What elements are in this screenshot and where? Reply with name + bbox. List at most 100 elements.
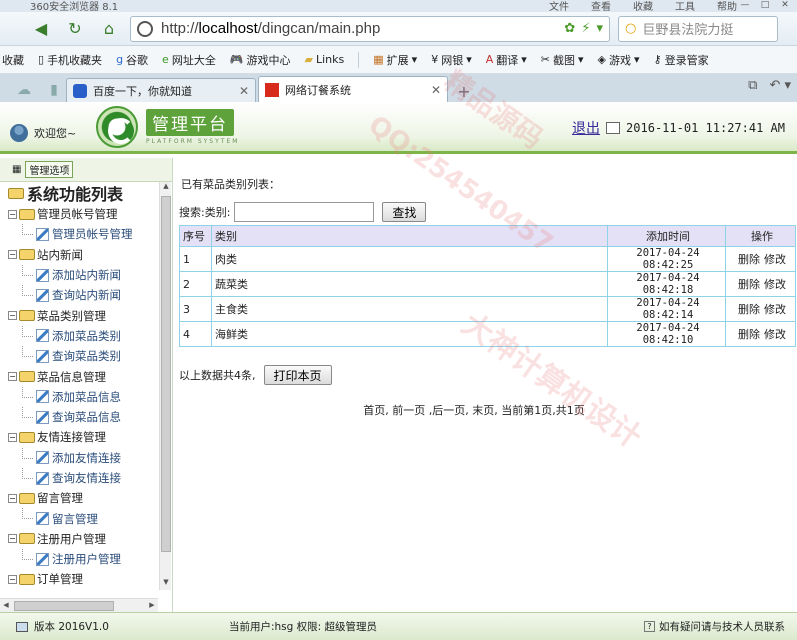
- browser-menu: 文件 查看 收藏 工具 帮助: [549, 0, 737, 12]
- scroll-left-icon[interactable]: ◀: [0, 599, 12, 611]
- sidebar-item[interactable]: 管理员帐号管理: [8, 224, 158, 244]
- collapse-icon[interactable]: −: [8, 574, 17, 584]
- bookmark-games[interactable]: ◈ 游戏 ▾: [598, 52, 640, 68]
- delete-link[interactable]: 删除: [738, 328, 760, 341]
- sidebar-item[interactable]: 添加友情连接: [8, 447, 158, 468]
- bookmark-urls[interactable]: e 网址大全: [162, 52, 216, 68]
- collapse-icon[interactable]: −: [8, 534, 17, 544]
- sidebar-item[interactable]: 查询菜品信息: [8, 406, 158, 427]
- category-search-input[interactable]: [234, 202, 375, 222]
- grid-icon: ▦: [373, 53, 384, 66]
- logout-link[interactable]: 退出: [572, 118, 600, 138]
- scroll-up-icon[interactable]: ▲: [160, 182, 172, 194]
- menu-tools[interactable]: 工具: [675, 0, 695, 12]
- menu-help[interactable]: 帮助: [717, 0, 737, 12]
- sidebar-group[interactable]: − 留言管理: [8, 488, 158, 508]
- search-engine-icon[interactable]: ○: [625, 21, 636, 36]
- edit-link[interactable]: 修改: [764, 278, 786, 291]
- collapse-icon[interactable]: −: [8, 493, 17, 503]
- bookmark-links[interactable]: ▰ Links: [305, 53, 345, 66]
- sidebar-item[interactable]: 查询菜品类别: [8, 346, 158, 366]
- sidebar-tab[interactable]: 管理选项: [25, 161, 74, 178]
- collapse-icon[interactable]: −: [8, 311, 17, 321]
- menu-favorites[interactable]: 收藏: [633, 0, 653, 12]
- bookmark-google[interactable]: g 谷歌: [116, 52, 148, 68]
- scroll-right-icon[interactable]: ▶: [146, 599, 158, 611]
- collapse-icon[interactable]: −: [8, 432, 17, 442]
- delete-link[interactable]: 删除: [738, 278, 760, 291]
- tree-root[interactable]: 系统功能列表: [8, 182, 158, 204]
- cell-no: 3: [179, 296, 212, 322]
- undo-close-icon[interactable]: ↶ ▾: [769, 78, 791, 93]
- sidebar-group[interactable]: − 站内新闻: [8, 245, 158, 265]
- bookmark-login-manager[interactable]: ⚷ 登录管家: [654, 52, 709, 68]
- search-button[interactable]: 查找: [382, 202, 427, 222]
- menu-view[interactable]: 查看: [591, 0, 611, 12]
- tab-baidu[interactable]: 百度一下，你就知道 ✕: [66, 78, 256, 102]
- edit-icon: [36, 227, 49, 241]
- sidebar-item[interactable]: 添加菜品类别: [8, 325, 158, 346]
- sidebar-group[interactable]: − 友情连接管理: [8, 427, 158, 447]
- cloud-icon[interactable]: ☁: [4, 78, 44, 102]
- maximize-icon[interactable]: □: [757, 0, 773, 10]
- close-tab-icon[interactable]: ✕: [239, 84, 249, 98]
- col-no: 序号: [179, 225, 212, 247]
- dropdown-chevron-icon[interactable]: ▾: [596, 21, 603, 36]
- phone-icon: ▯: [38, 53, 45, 66]
- delete-link[interactable]: 删除: [738, 253, 760, 266]
- scroll-down-icon[interactable]: ▼: [160, 578, 172, 590]
- bookmark-bank[interactable]: ¥ 网银 ▾: [431, 52, 472, 68]
- sidebar-item[interactable]: 查询站内新闻: [8, 285, 158, 305]
- bookmark-mobile[interactable]: ▯ 手机收藏夹: [38, 52, 102, 68]
- search-box[interactable]: ○ 巨野县法院力挺: [618, 15, 778, 42]
- close-tab-icon[interactable]: ✕: [431, 83, 441, 97]
- sidebar-group[interactable]: − 订单管理: [8, 569, 158, 589]
- edit-link[interactable]: 修改: [764, 253, 786, 266]
- sidebar-vertical-scrollbar[interactable]: ▲ ▼: [159, 182, 171, 590]
- phone-tab-icon[interactable]: ▮: [44, 78, 64, 102]
- bookmark-translate[interactable]: A 翻译 ▾: [486, 52, 527, 68]
- bookmark-game-center[interactable]: 🎮 游戏中心: [230, 52, 291, 68]
- edit-link[interactable]: 修改: [764, 303, 786, 316]
- delete-link[interactable]: 删除: [738, 303, 760, 316]
- address-url[interactable]: http://localhost/dingcan/main.php: [161, 20, 380, 37]
- sidebar-item[interactable]: 添加菜品信息: [8, 386, 158, 407]
- collapse-icon[interactable]: −: [8, 372, 17, 382]
- new-tab-icon[interactable]: +: [452, 80, 476, 102]
- sidebar-group[interactable]: − 菜品信息管理: [8, 366, 158, 386]
- welcome-text: 欢迎您~: [34, 127, 77, 140]
- sidebar-group[interactable]: − 管理员帐号管理: [8, 204, 158, 224]
- address-bar[interactable]: http://localhost/dingcan/main.php ✿ ⚡ ▾: [130, 15, 610, 42]
- sidebar-item[interactable]: 注册用户管理: [8, 549, 158, 569]
- pager[interactable]: 首页, 前一页 ,后一页, 末页, 当前第1页,共1页: [179, 402, 769, 418]
- bookmark-extensions[interactable]: ▦ 扩展 ▾: [373, 52, 417, 68]
- menu-file[interactable]: 文件: [549, 0, 569, 12]
- print-button[interactable]: 打印本页: [263, 365, 332, 385]
- cell-time: 2017-04-24 08:42:14: [607, 296, 726, 322]
- refresh-icon[interactable]: ↻: [62, 16, 88, 42]
- sidebar-item[interactable]: 查询友情连接: [8, 467, 158, 488]
- key-icon: ⚷: [653, 53, 662, 66]
- restore-tabs-icon[interactable]: ⧉: [748, 78, 757, 93]
- home-icon[interactable]: ⌂: [96, 16, 122, 42]
- collapse-icon[interactable]: −: [8, 209, 17, 219]
- sidebar-item[interactable]: 留言管理: [8, 508, 158, 528]
- sidebar: ▦ 管理选项 系统功能列表 − 管理员帐号管理 管理员帐号管理 − 站内新闻 添加站内新闻…: [0, 158, 173, 612]
- minimize-icon[interactable]: —: [737, 0, 753, 10]
- bookmark-screenshot[interactable]: ✂ 截图 ▾: [541, 52, 584, 68]
- sidebar-item[interactable]: 添加站内新闻: [8, 264, 158, 285]
- hscroll-thumb[interactable]: [14, 601, 114, 611]
- lightning-icon[interactable]: ⚡: [581, 21, 590, 36]
- collapse-icon[interactable]: −: [8, 250, 17, 260]
- edit-link[interactable]: 修改: [764, 328, 786, 341]
- sidebar-group[interactable]: − 菜品类别管理: [8, 305, 158, 325]
- scroll-thumb[interactable]: [161, 196, 171, 552]
- speed-icon[interactable]: ✿: [564, 21, 575, 36]
- sidebar-group[interactable]: − 注册用户管理: [8, 529, 158, 549]
- close-window-icon[interactable]: ✕: [777, 0, 793, 10]
- back-icon[interactable]: ◀: [28, 16, 54, 42]
- sidebar-horizontal-scrollbar[interactable]: ◀ ▶: [0, 598, 158, 612]
- bookmark-favorites[interactable]: 收藏: [2, 52, 24, 68]
- tab-ordering-system[interactable]: 网络订餐系统 ✕: [258, 76, 448, 102]
- col-category: 类别: [211, 225, 608, 247]
